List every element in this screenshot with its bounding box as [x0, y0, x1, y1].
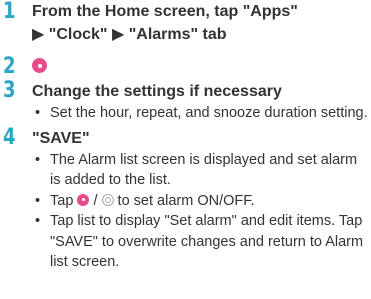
bullet-text: The Alarm list screen is displayed and s… [50, 151, 358, 189]
bullet-text-after: to set alarm ON/OFF. [113, 192, 255, 209]
alarm-off-icon [101, 193, 114, 206]
step-title-line: ▶ "Clock" ▶ "Alarms" tab [32, 26, 227, 43]
list-item: • Tap / to set alarm ON/OFF. [32, 191, 371, 212]
step-3: 3 Change the settings if necessary • Set… [0, 80, 371, 124]
step-title-line: From the Home screen, tap "Apps" [32, 3, 298, 20]
bullet-list: • Set the hour, repeat, and snooze durat… [32, 103, 371, 124]
bullet-list: • The Alarm list screen is displayed and… [32, 150, 371, 273]
step-2: 2 [0, 54, 371, 80]
list-item: • Set the hour, repeat, and snooze durat… [32, 103, 371, 124]
list-item: • Tap list to display "Set alarm" and ed… [32, 211, 371, 273]
bullet-text: Tap list to display "Set alarm" and edit… [50, 213, 364, 270]
step-number: 3 [3, 78, 16, 103]
bullet-text-before: Tap [50, 192, 78, 209]
bullet-marker: • [35, 192, 41, 209]
step-title: "SAVE" [32, 129, 90, 147]
add-alarm-icon [32, 58, 47, 73]
bullet-marker: • [35, 105, 41, 121]
step-title: Change the settings if necessary [32, 83, 282, 100]
bullet-marker: • [35, 151, 41, 168]
step-4: 4 "SAVE" • The Alarm list screen is disp… [0, 124, 371, 273]
bullet-text-separator: / [89, 192, 102, 209]
list-item: • The Alarm list screen is displayed and… [32, 150, 371, 191]
step-number: 4 [3, 124, 16, 150]
step-number: 2 [3, 54, 16, 79]
instruction-steps: 1 From the Home screen, tap "Apps" ▶ "Cl… [0, 0, 371, 273]
step-title: From the Home screen, tap "Apps" ▶ "Cloc… [32, 0, 371, 46]
bullet-text: Set the hour, repeat, and snooze duratio… [50, 105, 368, 121]
step-1: 1 From the Home screen, tap "Apps" ▶ "Cl… [0, 0, 371, 48]
alarm-on-icon [77, 193, 90, 206]
bullet-marker: • [35, 213, 41, 229]
step-number: 1 [3, 0, 16, 24]
